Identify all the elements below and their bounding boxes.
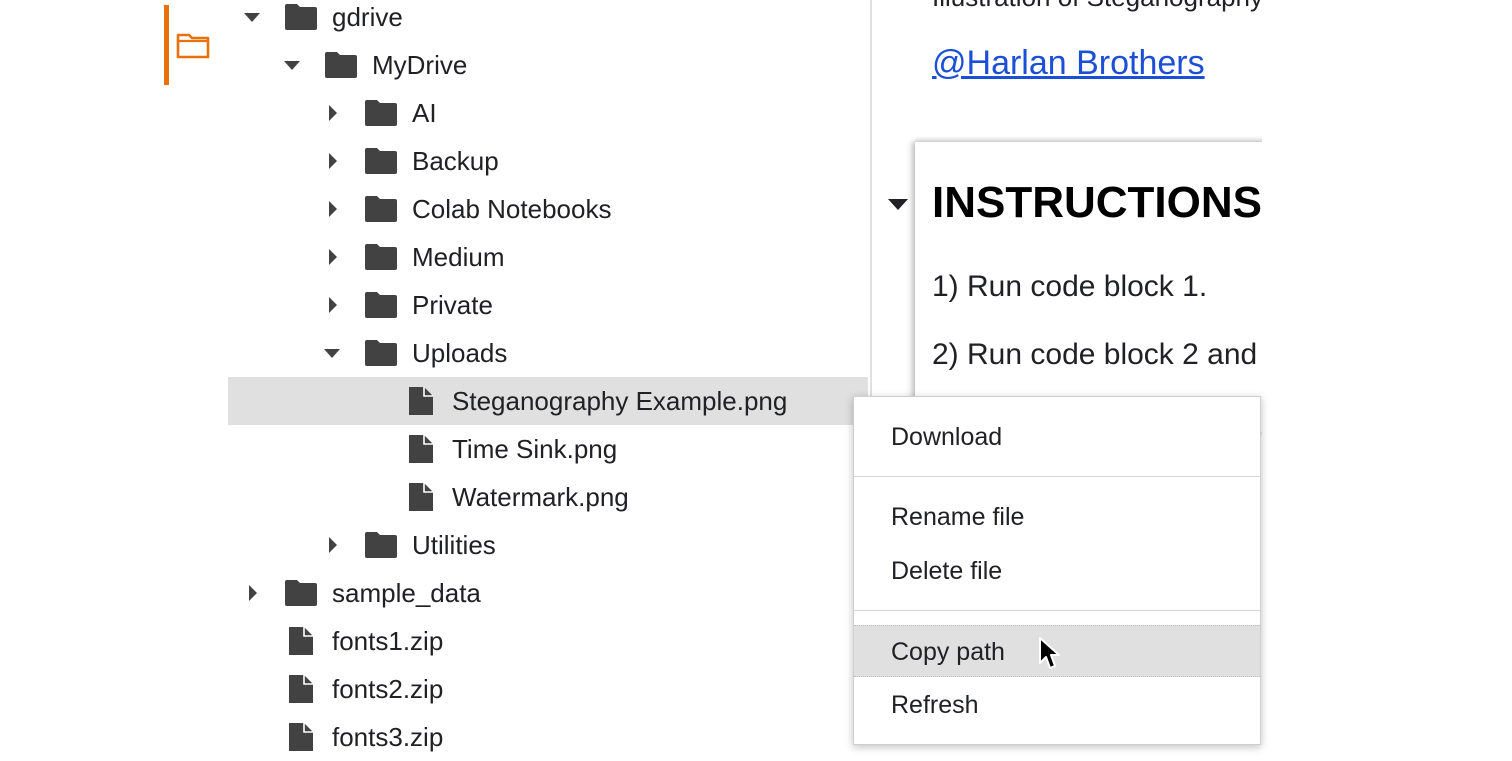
file-icon xyxy=(289,675,313,703)
menu-item-label: Copy path xyxy=(891,638,1005,666)
text-cell[interactable]: INSTRUCTIONS 1) Run code block 1. 2) Run… xyxy=(915,142,1275,432)
caret-right-icon[interactable] xyxy=(322,535,342,555)
tree-item-label: Medium xyxy=(412,242,505,272)
context-menu: Download Rename file Delete file Copy pa… xyxy=(853,396,1261,745)
tree-item-label: Backup xyxy=(412,146,499,176)
tree-file-row[interactable]: fonts3.zip xyxy=(228,713,868,761)
folder-icon xyxy=(285,4,317,30)
file-icon xyxy=(289,627,313,655)
caret-down-icon[interactable] xyxy=(282,55,302,75)
tree-folder-row[interactable]: Utilities xyxy=(228,521,868,569)
notebook-heading-fragment: Illustration of Steganography xyxy=(932,0,1263,13)
tree-folder-row[interactable]: AI xyxy=(228,89,868,137)
tree-item-label: gdrive xyxy=(332,2,403,32)
caret-right-icon[interactable] xyxy=(242,583,262,603)
tree-item-label: sample_data xyxy=(332,578,481,608)
tree-file-row[interactable]: Time Sink.png xyxy=(228,425,868,473)
tree-file-row[interactable]: Watermark.png xyxy=(228,473,868,521)
menu-item-download[interactable]: Download xyxy=(854,411,1260,463)
tree-item-label: fonts2.zip xyxy=(332,674,444,704)
section-title: INSTRUCTIONS xyxy=(932,178,1262,227)
viewport-edge xyxy=(1262,0,1512,745)
tree-item-label: Watermark.png xyxy=(452,482,629,512)
caret-down-icon[interactable] xyxy=(322,343,342,363)
menu-item-label: Delete file xyxy=(891,557,1003,585)
folder-icon xyxy=(365,196,397,222)
caret-down-icon[interactable] xyxy=(242,7,262,27)
tree-folder-row[interactable]: sample_data xyxy=(228,569,868,617)
tree-folder-row[interactable]: Colab Notebooks xyxy=(228,185,868,233)
tree-folder-row[interactable]: MyDrive xyxy=(228,41,868,89)
tree-item-label: Time Sink.png xyxy=(452,434,618,464)
tree-folder-row[interactable]: gdrive xyxy=(228,0,868,41)
menu-divider xyxy=(854,476,1260,477)
folder-icon xyxy=(365,100,397,126)
file-icon xyxy=(289,723,313,751)
menu-item-refresh[interactable]: Refresh xyxy=(854,679,1260,731)
tree-item-label: MyDrive xyxy=(372,50,468,80)
file-icon xyxy=(409,435,433,463)
tree-item-label: Private xyxy=(412,290,493,320)
folder-icon xyxy=(365,532,397,558)
caret-right-icon[interactable] xyxy=(322,247,342,267)
tree-item-label: Utilities xyxy=(412,530,496,560)
menu-item-label: Refresh xyxy=(891,691,979,719)
tree-folder-row[interactable]: Medium xyxy=(228,233,868,281)
tree-folder-row[interactable]: Uploads xyxy=(228,329,868,377)
menu-divider xyxy=(854,610,1260,611)
instruction-step-1: 1) Run code block 1. xyxy=(932,270,1208,303)
menu-item-rename-file[interactable]: Rename file xyxy=(854,491,1260,543)
tree-item-label: fonts1.zip xyxy=(332,626,444,656)
tree-item-label: Steganography Example.png xyxy=(452,386,788,416)
tree-file-row[interactable]: fonts1.zip xyxy=(228,617,868,665)
tree-item-label: AI xyxy=(412,98,437,128)
folder-icon xyxy=(365,148,397,174)
caret-right-icon[interactable] xyxy=(322,151,342,171)
tree-item-label: Colab Notebooks xyxy=(412,194,612,224)
folder-icon xyxy=(365,244,397,270)
folder-icon xyxy=(365,340,397,366)
tree-file-row[interactable]: fonts2.zip xyxy=(228,665,868,713)
menu-item-label: Rename file xyxy=(891,503,1025,531)
author-link[interactable]: @Harlan Brothers xyxy=(932,44,1205,83)
file-icon xyxy=(409,387,433,415)
tree-folder-row[interactable]: Private xyxy=(228,281,868,329)
caret-right-icon[interactable] xyxy=(322,103,342,123)
tree-item-label: Uploads xyxy=(412,338,508,368)
mouse-pointer-icon xyxy=(1039,637,1060,669)
folder-icon xyxy=(365,292,397,318)
caret-right-icon[interactable] xyxy=(322,199,342,219)
menu-item-label: Download xyxy=(891,423,1003,451)
folder-icon xyxy=(325,52,357,78)
tree-item-label: fonts3.zip xyxy=(332,722,444,752)
tree-folder-row[interactable]: Backup xyxy=(228,137,868,185)
section-collapse-icon[interactable] xyxy=(886,196,910,212)
file-icon xyxy=(409,483,433,511)
instruction-step-2: 2) Run code block 2 and xyxy=(932,338,1258,371)
file-tree: gdrive MyDrive AI Backup Colab Notebooks Medi… xyxy=(0,0,868,752)
tree-file-row[interactable]: Steganography Example.png xyxy=(228,377,868,425)
caret-right-icon[interactable] xyxy=(322,295,342,315)
folder-icon xyxy=(285,580,317,606)
menu-item-delete-file[interactable]: Delete file xyxy=(854,545,1260,597)
